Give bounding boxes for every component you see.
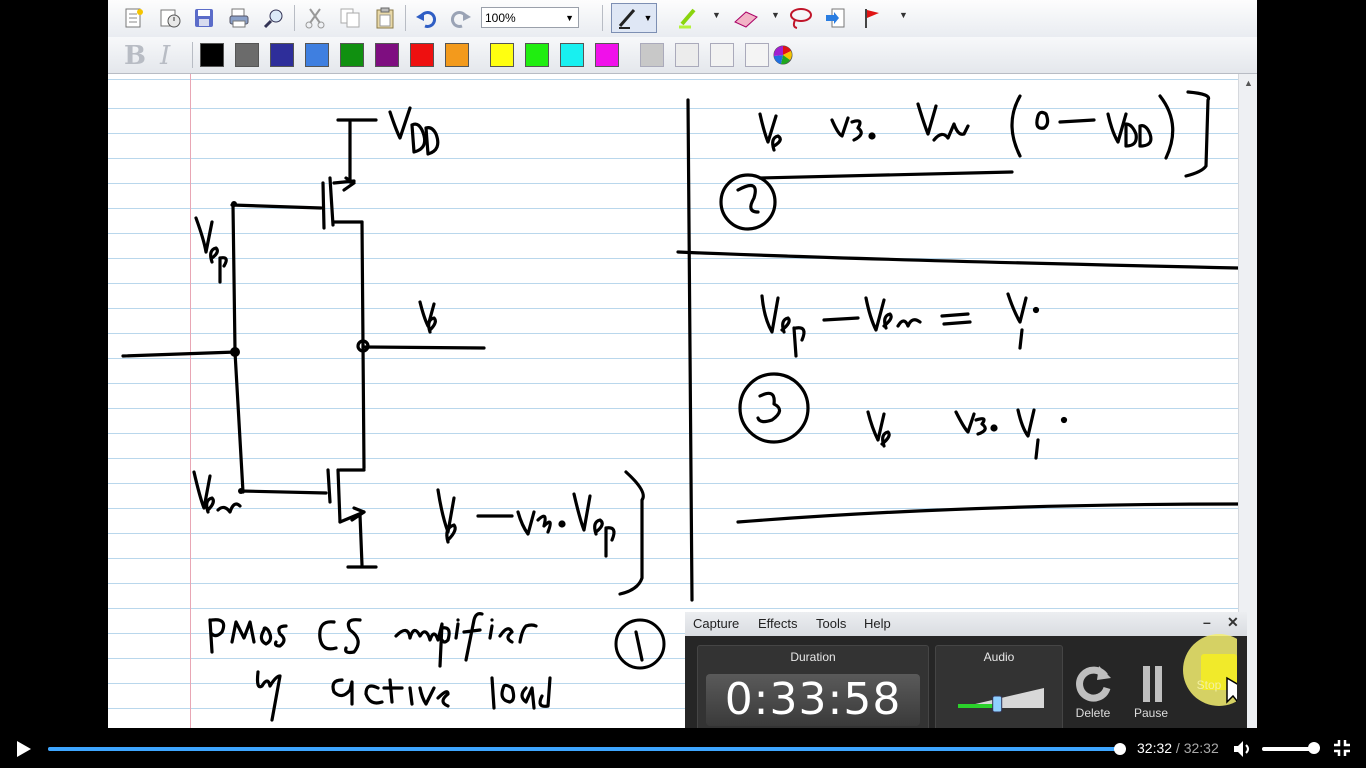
close-button[interactable]: ✕ <box>1227 614 1239 631</box>
total-time: 32:32 <box>1183 740 1219 756</box>
menu-tools[interactable]: Tools <box>816 616 846 631</box>
audio-panel: Audio <box>935 645 1063 735</box>
duration-display: 0:33:58 <box>706 674 920 726</box>
pause-button[interactable]: Pause <box>1123 662 1179 720</box>
seek-handle[interactable] <box>1114 743 1126 755</box>
left-annotations <box>192 106 666 722</box>
delete-icon <box>1065 662 1121 706</box>
recorder-menu-bar: Capture Effects Tools Help – ✕ <box>685 612 1247 636</box>
play-icon[interactable] <box>15 739 33 759</box>
audio-title: Audio <box>983 650 1015 664</box>
current-time: 32:32 <box>1137 740 1173 756</box>
screen-recorder-panel: Capture Effects Tools Help – ✕ Duration … <box>685 612 1247 742</box>
pmos-cs-amplifier-schematic <box>121 118 486 569</box>
pause-icon <box>1123 662 1179 706</box>
exit-fullscreen-icon[interactable] <box>1333 739 1351 757</box>
seek-bar[interactable] <box>48 743 1126 755</box>
stop-button[interactable]: Stop <box>1181 634 1237 706</box>
time-display: 32:32 / 32:32 <box>1137 740 1219 756</box>
menu-capture[interactable]: Capture <box>693 616 739 631</box>
delete-button[interactable]: Delete <box>1065 662 1121 720</box>
seek-progress <box>48 747 1120 751</box>
volume-slider[interactable] <box>1262 747 1314 751</box>
right-annotations <box>676 90 1238 602</box>
scroll-up-icon[interactable]: ▲ <box>1244 78 1253 88</box>
audio-level-slider[interactable] <box>956 682 1046 716</box>
time-separator: / <box>1172 740 1184 756</box>
minimize-button[interactable]: – <box>1203 614 1211 630</box>
duration-panel: Duration 0:33:58 <box>697 645 929 735</box>
duration-title: Duration <box>790 650 836 664</box>
delete-label: Delete <box>1075 706 1111 720</box>
video-player-controls: 32:32 / 32:32 <box>0 728 1366 768</box>
menu-help[interactable]: Help <box>864 616 891 631</box>
pause-label: Pause <box>1133 706 1169 720</box>
menu-effects[interactable]: Effects <box>758 616 798 631</box>
volume-handle[interactable] <box>1308 742 1320 754</box>
volume-icon[interactable] <box>1232 739 1252 759</box>
